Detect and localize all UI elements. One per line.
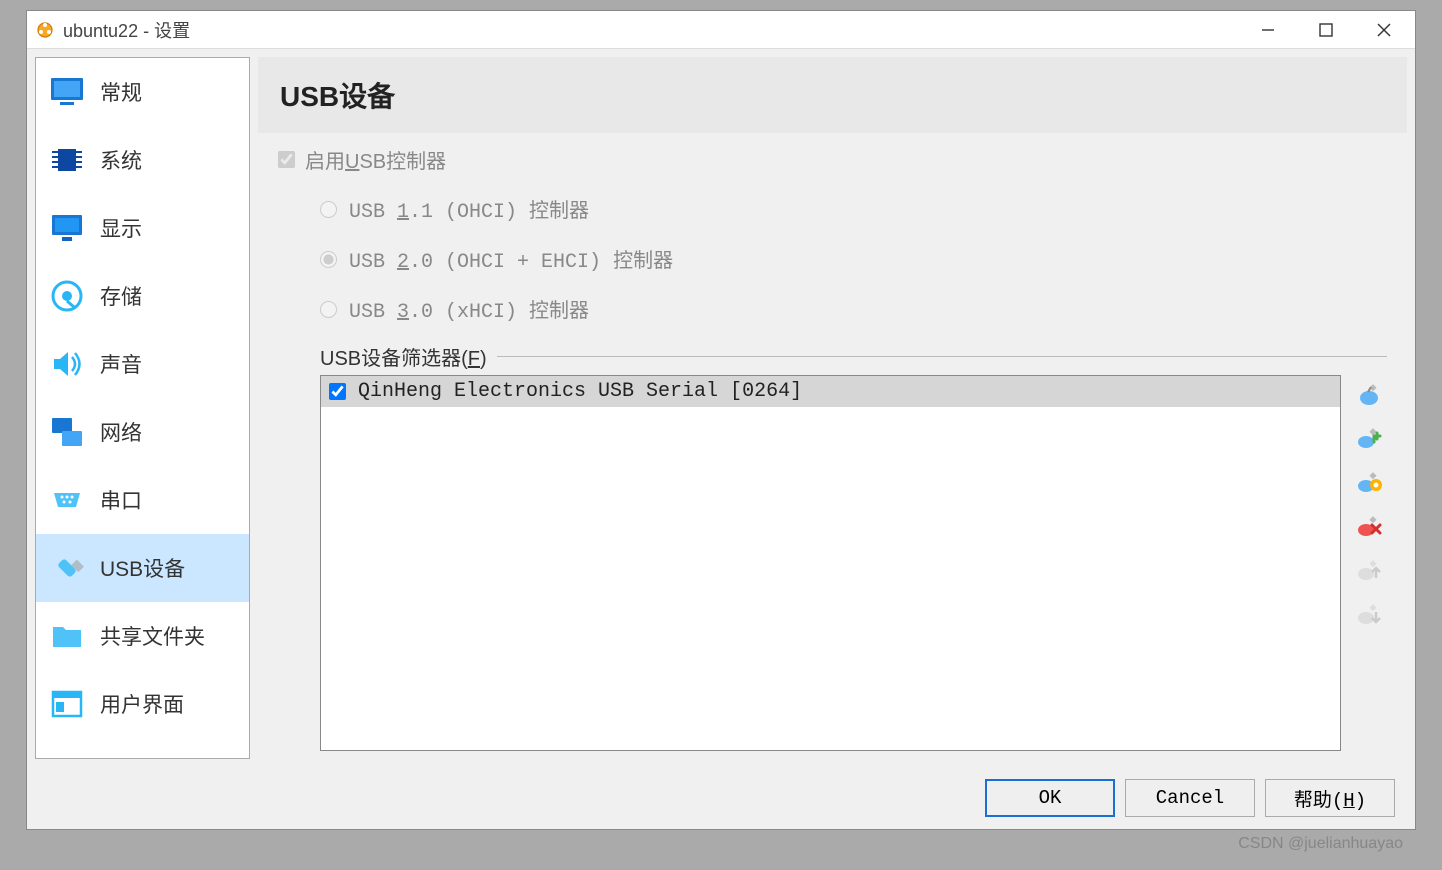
sidebar-item-storage[interactable]: 存储 [36,262,249,330]
sidebar-item-serial[interactable]: 串口 [36,466,249,534]
move-up-button[interactable] [1351,553,1387,589]
usb11-radio-input[interactable] [320,201,337,218]
display-icon [48,209,86,247]
sidebar-item-audio[interactable]: 声音 [36,330,249,398]
enable-usb-checkbox[interactable]: 启用USB控制器 [278,145,1387,174]
sidebar-item-label: 常规 [100,77,142,107]
sidebar-item-ui[interactable]: 用户界面 [36,670,249,738]
titlebar: ubuntu22 - 设置 [27,11,1415,49]
sidebar-item-display[interactable]: 显示 [36,194,249,262]
sidebar-item-network[interactable]: 网络 [36,398,249,466]
sidebar-item-shared-folders[interactable]: 共享文件夹 [36,602,249,670]
usb20-radio-input[interactable] [320,251,337,268]
move-down-button[interactable] [1351,597,1387,633]
usb-controller-radio-group: USB 1.1 (OHCI) 控制器 USB 2.0 (OHCI + EHCI)… [320,184,1387,334]
filter-section-label: USB设备筛选器(F) [320,342,487,371]
sidebar-item-system[interactable]: 系统 [36,126,249,194]
window-controls [1245,15,1407,45]
close-button[interactable] [1361,15,1407,45]
usb30-radio-input[interactable] [320,301,337,318]
sidebar-item-label: 共享文件夹 [100,621,205,651]
sidebar-item-label: 用户界面 [100,689,184,719]
sidebar-item-label: 串口 [100,485,142,515]
usb11-radio[interactable]: USB 1.1 (OHCI) 控制器 [320,184,1387,234]
filter-item-checkbox[interactable] [329,383,346,400]
usb11-label: USB 1.1 (OHCI) 控制器 [349,194,589,224]
add-from-device-button[interactable] [1351,421,1387,457]
filter-list[interactable]: QinHeng Electronics USB Serial [0264] [320,375,1341,751]
settings-window: ubuntu22 - 设置 常规 [26,10,1416,830]
divider [497,356,1387,357]
sidebar-item-usb[interactable]: USB设备 [36,534,249,602]
content-area: 常规 系统 显示 存储 [27,49,1415,767]
main-header: USB设备 [258,57,1407,133]
sidebar-item-label: 显示 [100,213,142,243]
filter-item[interactable]: QinHeng Electronics USB Serial [0264] [321,376,1340,407]
page-title: USB设备 [280,75,1385,115]
main-panel: USB设备 启用USB控制器 USB 1.1 (OHCI) 控制器 USB 2.… [258,57,1407,759]
main-body: 启用USB控制器 USB 1.1 (OHCI) 控制器 USB 2.0 (OHC… [258,133,1407,759]
network-icon [48,413,86,451]
edit-filter-button[interactable] [1351,465,1387,501]
ok-button[interactable]: OK [985,779,1115,817]
usb30-label: USB 3.0 (xHCI) 控制器 [349,294,589,324]
maximize-button[interactable] [1303,15,1349,45]
window-title: ubuntu22 - 设置 [63,17,1245,43]
enable-usb-label: 启用USB控制器 [305,145,446,174]
folder-icon [48,617,86,655]
sidebar-item-label: 存储 [100,281,142,311]
add-empty-filter-button[interactable] [1351,377,1387,413]
sidebar-item-label: USB设备 [100,553,185,583]
app-icon [35,20,55,40]
remove-filter-button[interactable] [1351,509,1387,545]
filter-item-label: QinHeng Electronics USB Serial [0264] [358,380,802,403]
usb-icon [48,549,86,587]
enable-usb-checkbox-input[interactable] [278,151,295,168]
usb30-radio[interactable]: USB 3.0 (xHCI) 控制器 [320,284,1387,334]
sidebar-item-label: 网络 [100,417,142,447]
speaker-icon [48,345,86,383]
usb20-radio[interactable]: USB 2.0 (OHCI + EHCI) 控制器 [320,234,1387,284]
sidebar-item-label: 系统 [100,145,142,175]
usb20-label: USB 2.0 (OHCI + EHCI) 控制器 [349,244,673,274]
cancel-button[interactable]: Cancel [1125,779,1255,817]
sidebar: 常规 系统 显示 存储 [35,57,250,759]
serial-port-icon [48,481,86,519]
ui-icon [48,685,86,723]
watermark: CSDN @juelianhuayao [1238,835,1403,853]
help-button[interactable]: 帮助(H) [1265,779,1395,817]
filter-toolbar [1351,375,1387,751]
filter-area: QinHeng Electronics USB Serial [0264] [320,375,1387,751]
monitor-icon [48,73,86,111]
minimize-button[interactable] [1245,15,1291,45]
sidebar-item-general[interactable]: 常规 [36,58,249,126]
disk-icon [48,277,86,315]
filter-section-header: USB设备筛选器(F) [320,342,1387,371]
footer: OK Cancel 帮助(H) [27,767,1415,829]
sidebar-item-label: 声音 [100,349,142,379]
chip-icon [48,141,86,179]
